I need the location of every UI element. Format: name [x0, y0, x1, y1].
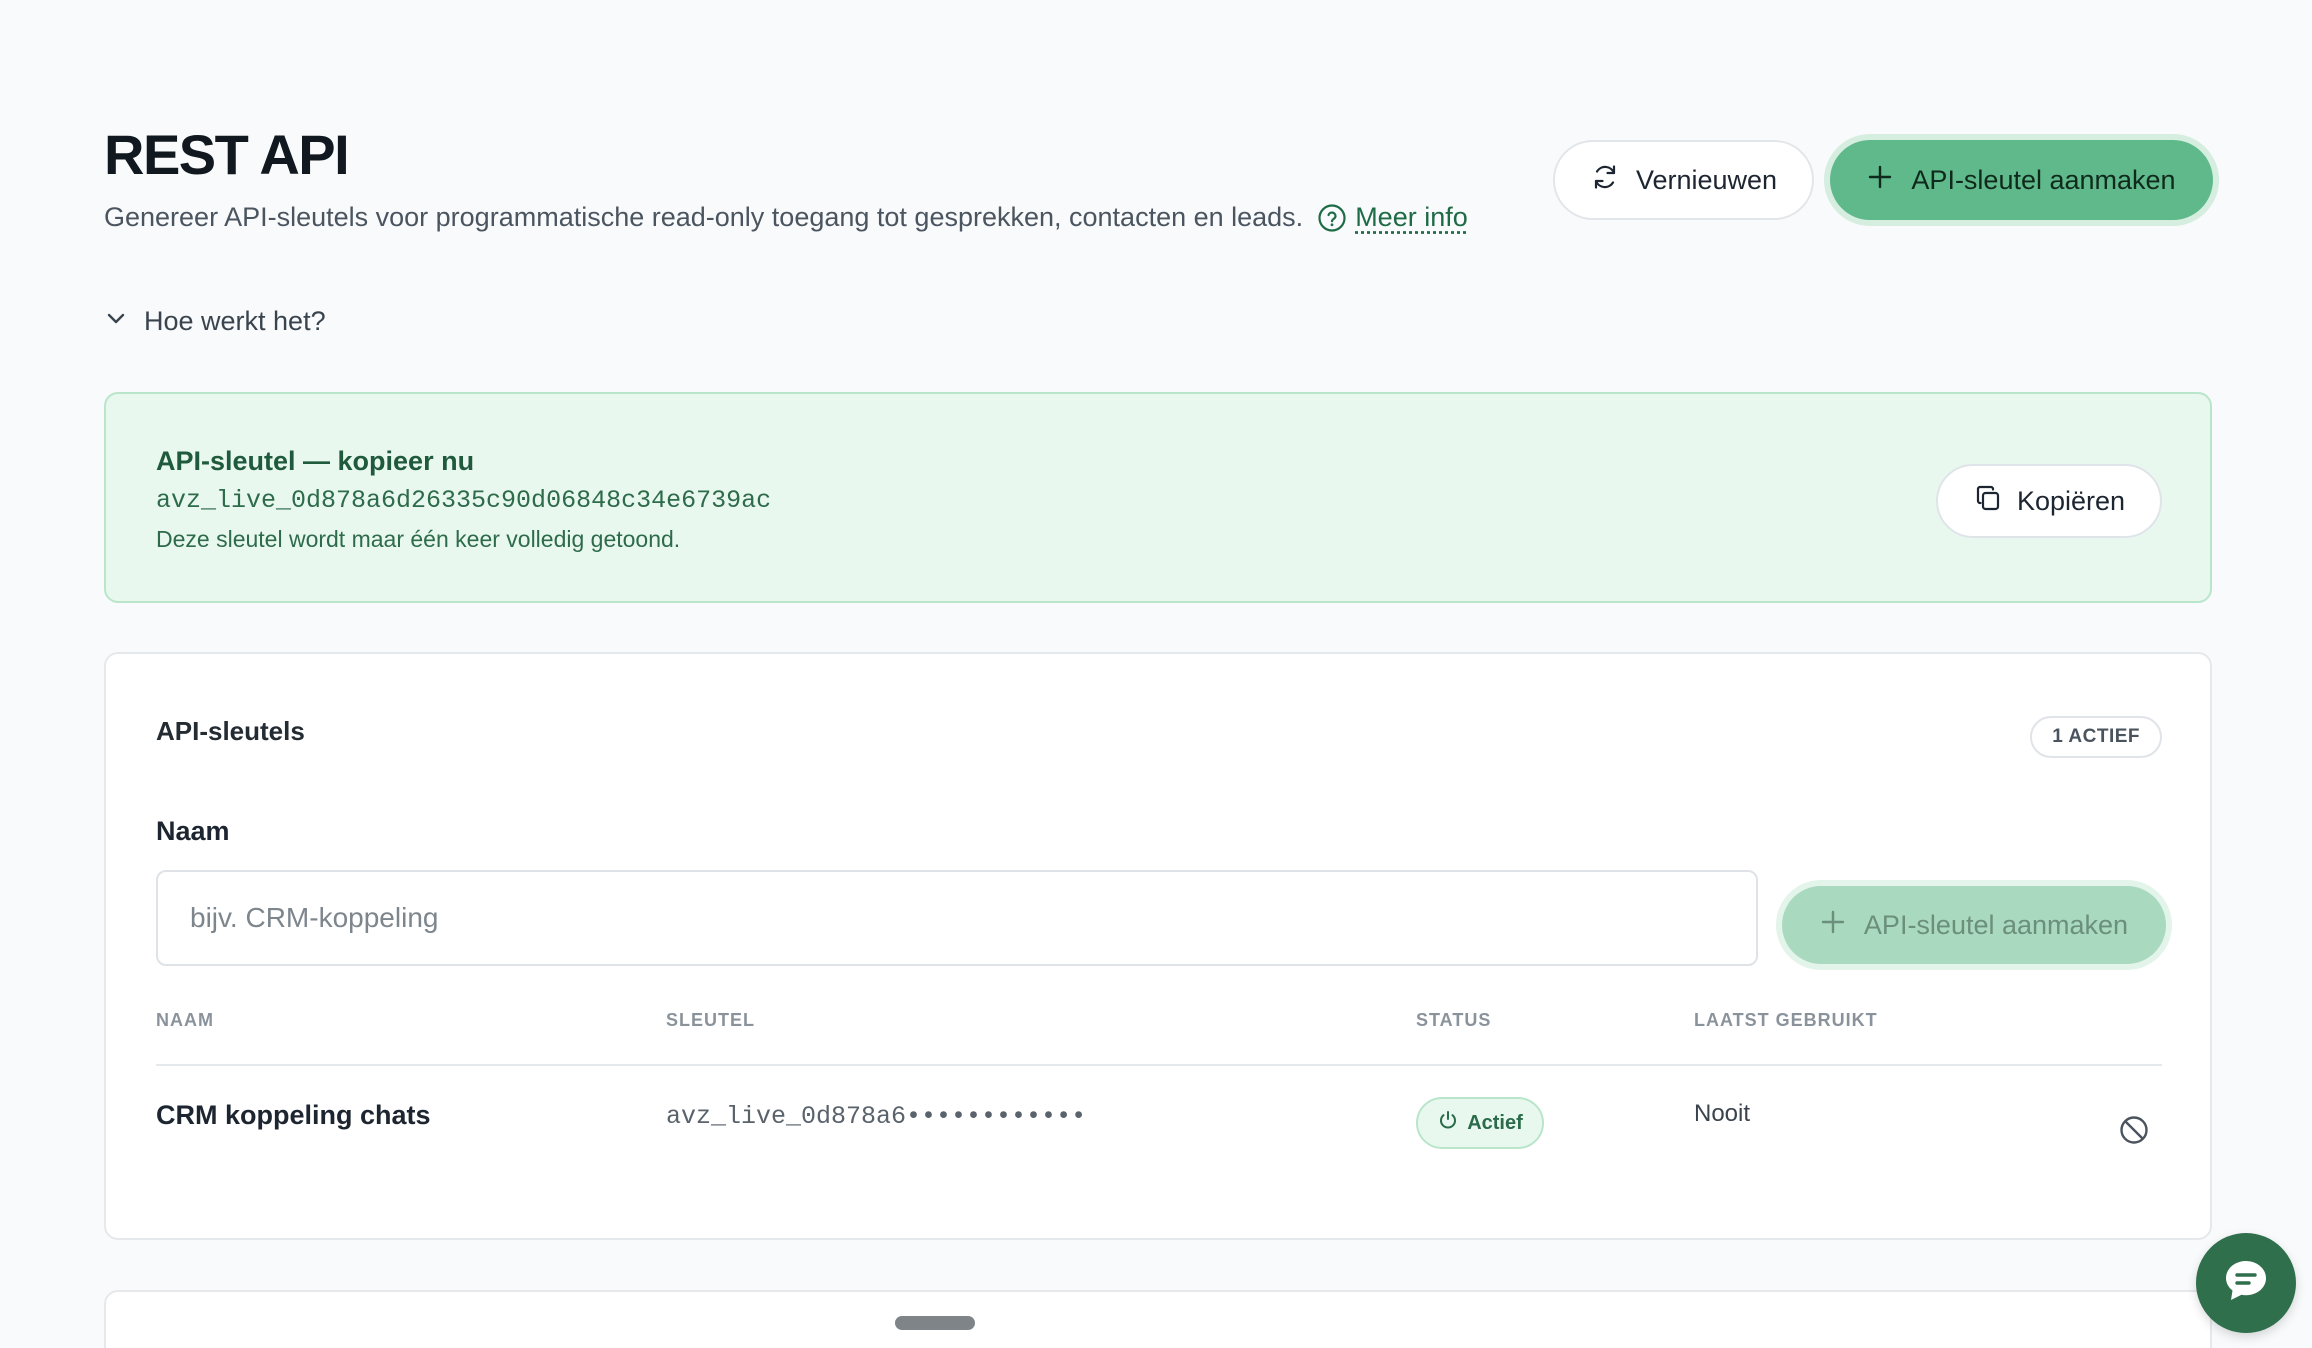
page-subtitle: Genereer API-sleutels voor programmatisc… [104, 202, 1468, 233]
active-count-badge: 1 ACTIEF [2030, 716, 2162, 758]
name-field-label: Naam [156, 816, 230, 846]
column-header-name: NAAM [156, 1010, 214, 1030]
copy-key-label: Kopiëren [2016, 485, 2126, 516]
column-header-status: STATUS [1416, 1010, 1492, 1030]
copy-key-button[interactable]: Kopiëren [1936, 464, 2162, 538]
plus-icon [1867, 164, 1893, 197]
masked-key-cell: avz_live_0d878a6•••••••••••• [666, 1102, 1087, 1131]
status-label: Actief [1467, 1111, 1523, 1134]
chat-widget-button[interactable] [2196, 1233, 2296, 1333]
key-name-input[interactable] [156, 870, 1758, 966]
chevron-down-icon [104, 306, 128, 337]
how-it-works-toggle[interactable]: Hoe werkt het? [104, 306, 326, 337]
revoke-key-button[interactable] [2114, 1112, 2154, 1152]
chat-icon [2218, 1253, 2274, 1314]
api-keys-card: API-sleutels 1 ACTIEF Naam API-sleutel a… [104, 652, 2212, 1240]
api-keys-title: API-sleutels [156, 716, 305, 746]
create-api-key-label: API-sleutel aanmaken [1911, 164, 2176, 195]
new-key-title: API-sleutel — kopieer nu [156, 446, 475, 476]
help-circle-icon [1317, 203, 1347, 233]
more-info-link[interactable]: Meer info [1355, 202, 1468, 233]
create-api-key-inline-label: API-sleutel aanmaken [1863, 909, 2129, 940]
copy-icon [1973, 483, 2003, 520]
new-key-value: avz_live_0d878a6d26335c90d06848c34e6739a… [156, 486, 772, 515]
column-header-key: SLEUTEL [666, 1010, 756, 1030]
refresh-label: Vernieuwen [1635, 164, 1778, 195]
new-key-banner: API-sleutel — kopieer nu avz_live_0d878a… [104, 392, 2212, 603]
page-title: REST API [104, 123, 350, 186]
create-api-key-button[interactable]: API-sleutel aanmaken [1830, 140, 2213, 220]
next-section-card [104, 1290, 2212, 1348]
scroll-handle[interactable] [895, 1316, 975, 1330]
refresh-button[interactable]: Vernieuwen [1553, 140, 1814, 220]
how-it-works-label: Hoe werkt het? [144, 306, 326, 336]
create-api-key-inline-button[interactable]: API-sleutel aanmaken [1782, 886, 2166, 964]
plus-icon [1820, 909, 1846, 942]
ban-icon [2118, 1114, 2150, 1151]
key-name-cell: CRM koppeling chats [156, 1100, 431, 1130]
last-used-cell: Nooit [1694, 1100, 1751, 1127]
subtitle-text: Genereer API-sleutels voor programmatisc… [104, 202, 1304, 232]
new-key-note: Deze sleutel wordt maar één keer volledi… [156, 526, 681, 552]
power-icon [1437, 1109, 1459, 1137]
table-divider [156, 1064, 2162, 1066]
refresh-icon [1590, 162, 1620, 199]
column-header-last-used: LAATST GEBRUIKT [1694, 1010, 1878, 1030]
status-badge: Actief [1416, 1097, 1544, 1149]
